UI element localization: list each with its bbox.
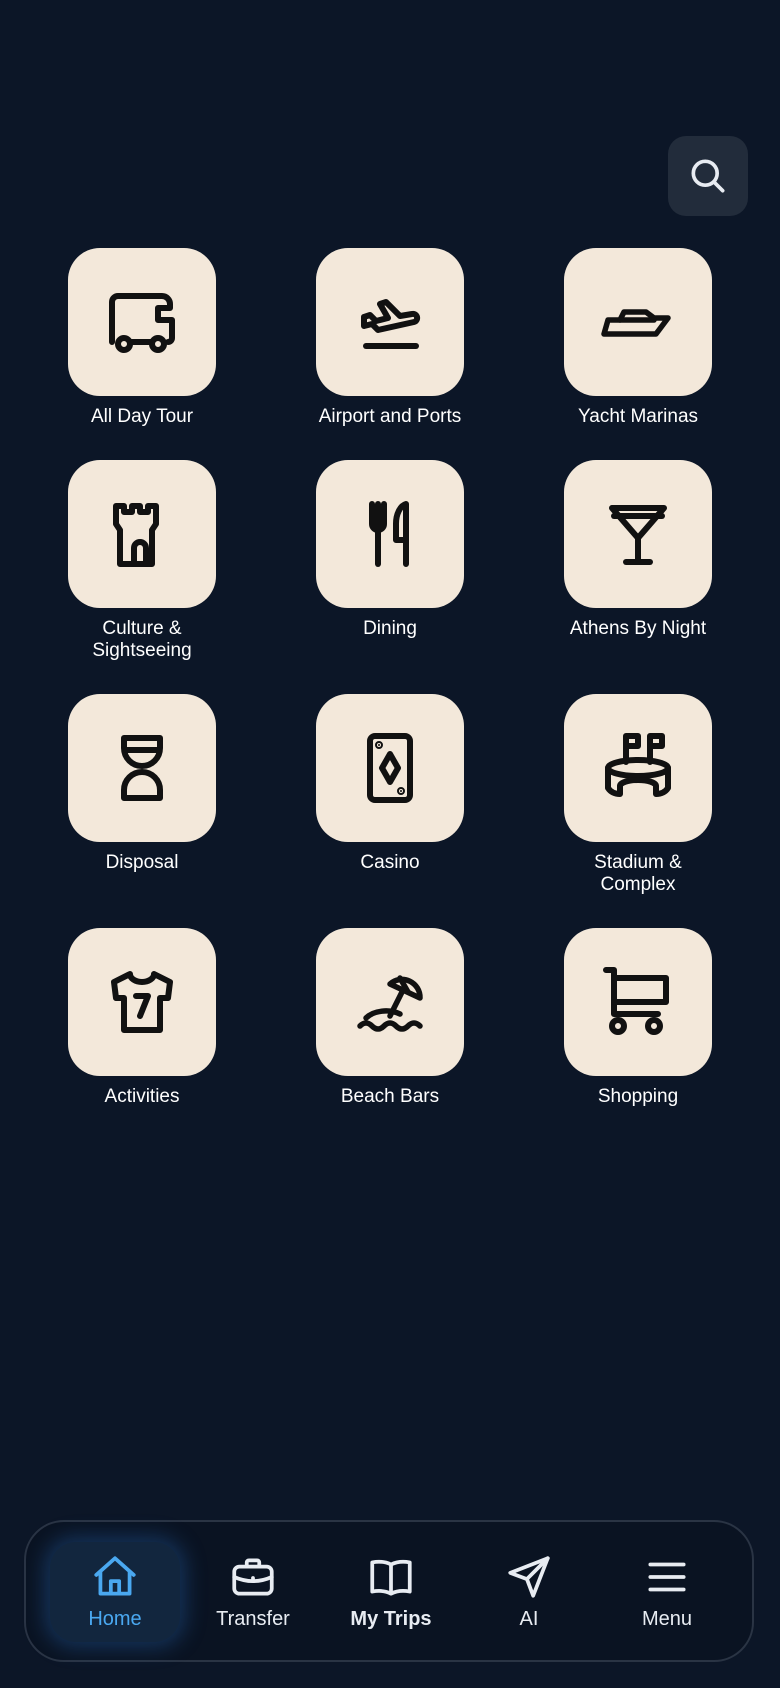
playing-card-icon (367, 733, 413, 803)
shopping-cart-icon (603, 967, 669, 1035)
yacht-icon (601, 309, 671, 337)
tile-icon-box (68, 248, 216, 396)
tile-label: Athens By Night (569, 618, 707, 639)
cocktail-glass-icon (609, 505, 667, 565)
category-beach-bars[interactable]: Beach Bars (290, 928, 490, 1108)
nav-label: AI (519, 1607, 539, 1630)
nav-label: Menu (641, 1607, 693, 1630)
category-stadium-complex[interactable]: Stadium & Complex (538, 694, 738, 896)
plane-departure-icon (361, 299, 421, 349)
nav-home[interactable]: Home (50, 1522, 180, 1660)
tile-icon-box (564, 460, 712, 608)
tile-icon-box (316, 928, 464, 1076)
camper-van-icon (109, 293, 175, 353)
nav-transfer[interactable]: Transfer (188, 1522, 318, 1660)
book-icon (370, 1559, 412, 1596)
tile-icon-box (564, 928, 712, 1076)
nav-menu[interactable]: Menu (602, 1522, 732, 1660)
home-icon (94, 1555, 136, 1596)
category-culture-sightseeing[interactable]: Culture & Sightseeing (42, 460, 242, 662)
tile-icon-box (68, 694, 216, 842)
tile-label: Activities (104, 1086, 180, 1107)
fork-knife-icon (369, 501, 409, 567)
hamburger-menu-icon (648, 1562, 686, 1591)
hourglass-icon (121, 735, 163, 801)
tile-label: Disposal (105, 852, 179, 873)
search-button[interactable] (668, 136, 748, 216)
tile-label: Casino (360, 852, 420, 873)
tile-label: Airport and Ports (318, 406, 462, 427)
category-shopping[interactable]: Shopping (538, 928, 738, 1108)
tile-icon-box (316, 694, 464, 842)
tile-label: Shopping (597, 1086, 679, 1107)
tile-icon-box (68, 928, 216, 1076)
stadium-icon (605, 733, 671, 797)
bottom-nav: Home Transfer My Trips AI Menu (24, 1520, 754, 1662)
category-casino[interactable]: Casino (290, 694, 490, 874)
nav-label: Transfer (216, 1607, 290, 1630)
search-icon (691, 159, 725, 193)
briefcase-icon (232, 1557, 274, 1596)
nav-my-trips[interactable]: My Trips (326, 1522, 456, 1660)
tile-icon-box (564, 248, 712, 396)
category-dining[interactable]: Dining (290, 460, 490, 640)
nav-label: Home (88, 1607, 142, 1630)
category-disposal[interactable]: Disposal (42, 694, 242, 874)
category-yacht-marinas[interactable]: Yacht Marinas (538, 248, 738, 428)
category-airport-and-ports[interactable]: Airport and Ports (290, 248, 490, 428)
tile-icon-box (68, 460, 216, 608)
tile-label: Dining (363, 618, 417, 639)
category-all-day-tour[interactable]: All Day Tour (42, 248, 242, 428)
tile-icon-box (316, 460, 464, 608)
nav-label: My Trips (350, 1607, 432, 1630)
tile-label: Culture & Sightseeing (92, 618, 192, 661)
tile-label: Stadium & Complex (594, 852, 682, 895)
nav-ai[interactable]: AI (464, 1522, 594, 1660)
tile-label: Yacht Marinas (577, 406, 699, 427)
send-icon (508, 1555, 550, 1598)
tile-icon-box (316, 248, 464, 396)
tile-label: All Day Tour (90, 406, 194, 427)
category-activities[interactable]: Activities (42, 928, 242, 1108)
beach-umbrella-icon (357, 975, 423, 1032)
castle-icon (113, 503, 159, 567)
tile-label: Beach Bars (340, 1086, 440, 1107)
tile-icon-box (564, 694, 712, 842)
category-athens-by-night[interactable]: Athens By Night (538, 460, 738, 640)
jersey-icon (111, 971, 173, 1033)
